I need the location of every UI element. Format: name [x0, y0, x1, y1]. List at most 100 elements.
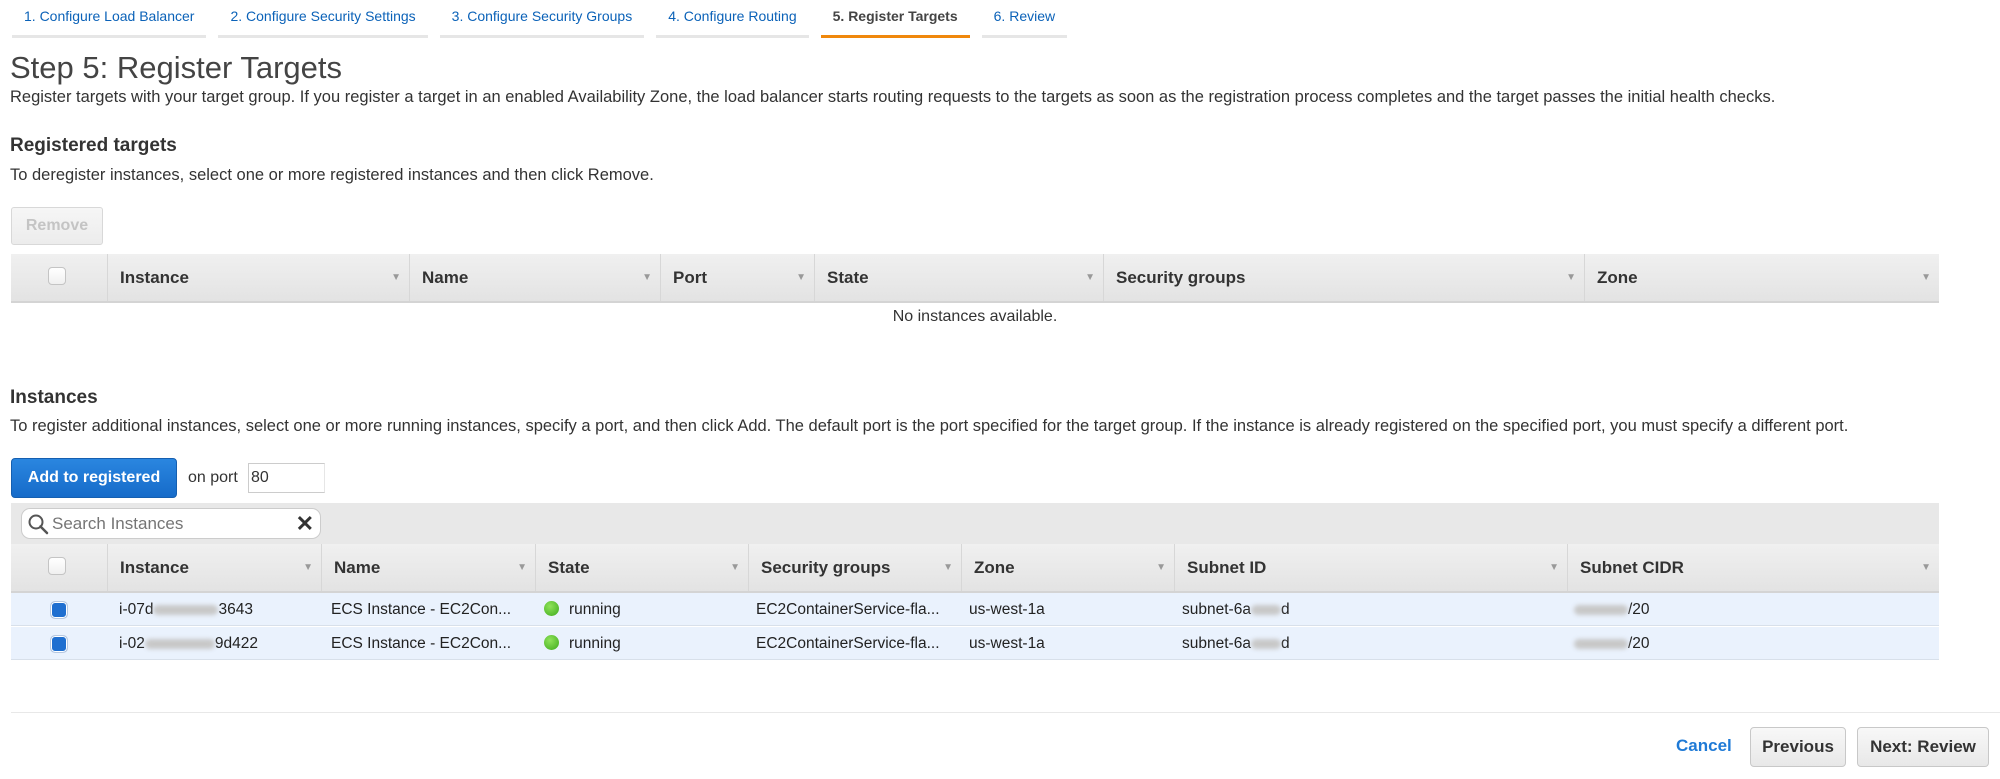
redacted-text	[153, 604, 219, 615]
instance-state-cell: running	[544, 593, 621, 626]
registered-targets-table-header: Instance ▼ Name ▼ Port ▼ State ▼ Security gr…	[11, 254, 1939, 303]
footer-divider	[11, 712, 2000, 713]
column-header-state[interactable]: State ▼	[814, 254, 1103, 301]
column-header-name[interactable]: Name ▼	[321, 544, 535, 591]
instance-id-suffix: 3643	[218, 601, 253, 618]
sort-icon: ▼	[517, 562, 527, 573]
state-text: running	[569, 635, 621, 652]
cidr-suffix: /20	[1628, 635, 1650, 652]
column-label: State	[827, 268, 869, 287]
clear-search-icon[interactable]: ✕	[296, 511, 314, 537]
sort-icon: ▼	[1549, 562, 1559, 573]
redacted-text	[1250, 604, 1281, 615]
row-checkbox[interactable]	[50, 635, 68, 653]
search-box[interactable]: ✕	[21, 508, 321, 539]
instance-id-cell: i-02 9d422	[119, 627, 258, 660]
search-toolbar: ✕	[11, 503, 1939, 544]
column-header-subnet-cidr[interactable]: Subnet CIDR ▼	[1567, 544, 1939, 591]
redacted-text	[144, 638, 215, 649]
redacted-text	[1574, 638, 1628, 649]
column-label: Name	[422, 268, 469, 287]
sort-icon: ▼	[796, 272, 806, 283]
tab-configure-load-balancer[interactable]: 1. Configure Load Balancer	[12, 0, 207, 38]
running-status-icon	[544, 601, 559, 616]
security-groups-cell: EC2ContainerService-fla...	[756, 601, 940, 618]
subnet-suffix: d	[1280, 601, 1290, 618]
subnet-id-cell: subnet-6a d	[1182, 627, 1290, 660]
subnet-cidr-cell: /20	[1574, 593, 1650, 626]
sort-icon: ▼	[1921, 562, 1931, 573]
column-label: Subnet ID	[1187, 558, 1267, 577]
column-header-instance[interactable]: Instance ▼	[107, 254, 409, 301]
tab-configure-routing[interactable]: 4. Configure Routing	[656, 0, 809, 38]
select-all-checkbox[interactable]	[48, 557, 66, 575]
cancel-button[interactable]: Cancel	[1676, 736, 1732, 756]
column-header-instance[interactable]: Instance ▼	[107, 544, 321, 591]
subnet-id-cell: subnet-6a d	[1182, 593, 1290, 626]
instance-id-prefix: i-07d	[119, 601, 154, 618]
registered-targets-description: To deregister instances, select one or m…	[10, 166, 654, 184]
sort-icon: ▼	[1085, 272, 1095, 283]
zone-cell: us-west-1a	[969, 635, 1045, 652]
select-all-column	[11, 544, 107, 591]
column-header-subnet-id[interactable]: Subnet ID ▼	[1174, 544, 1567, 591]
port-label: on port	[188, 469, 238, 486]
instance-id-cell: i-07d 3643	[119, 593, 253, 626]
column-header-name[interactable]: Name ▼	[409, 254, 660, 301]
column-label: Security groups	[761, 558, 891, 577]
column-label: State	[548, 558, 590, 577]
instance-row[interactable]: i-07d 3643 ECS Instance - EC2Con... runni…	[11, 593, 1939, 626]
instance-name-cell: ECS Instance - EC2Con...	[331, 635, 512, 652]
select-all-column	[11, 254, 107, 301]
column-header-state[interactable]: State ▼	[535, 544, 748, 591]
search-icon	[28, 514, 49, 535]
empty-table-message: No instances available.	[892, 308, 1058, 325]
redacted-text	[1250, 638, 1281, 649]
column-header-security-groups[interactable]: Security groups ▼	[1103, 254, 1584, 301]
tab-configure-security-settings[interactable]: 2. Configure Security Settings	[218, 0, 428, 38]
column-header-security-groups[interactable]: Security groups ▼	[748, 544, 961, 591]
redacted-text	[1574, 604, 1628, 615]
sort-icon: ▼	[1566, 272, 1576, 283]
sort-icon: ▼	[730, 562, 740, 573]
column-label: Instance	[120, 558, 189, 577]
next-review-button[interactable]: Next: Review	[1857, 727, 1989, 767]
search-instances-input[interactable]	[52, 512, 292, 536]
instance-id-prefix: i-02	[119, 635, 145, 652]
instance-row[interactable]: i-02 9d422 ECS Instance - EC2Con... runni…	[11, 627, 1939, 660]
column-label: Name	[334, 558, 381, 577]
zone-cell: us-west-1a	[969, 601, 1045, 618]
column-label: Zone	[1597, 268, 1638, 287]
column-header-zone[interactable]: Zone ▼	[1584, 254, 1939, 301]
previous-button[interactable]: Previous	[1750, 727, 1846, 767]
column-label: Zone	[974, 558, 1015, 577]
remove-button[interactable]: Remove	[11, 207, 103, 245]
column-label: Security groups	[1116, 268, 1246, 287]
instances-description: To register additional instances, select…	[10, 417, 1849, 435]
state-text: running	[569, 601, 621, 618]
sort-icon: ▼	[943, 562, 953, 573]
subnet-suffix: d	[1280, 635, 1290, 652]
subnet-prefix: subnet-6a	[1182, 601, 1251, 618]
column-header-port[interactable]: Port ▼	[660, 254, 814, 301]
sort-icon: ▼	[1921, 272, 1931, 283]
sort-icon: ▼	[303, 562, 313, 573]
sort-icon: ▼	[1156, 562, 1166, 573]
select-all-checkbox[interactable]	[48, 267, 66, 285]
running-status-icon	[544, 635, 559, 650]
add-to-registered-button[interactable]: Add to registered	[11, 458, 177, 498]
registered-targets-title: Registered targets	[10, 135, 177, 156]
page-description: Register targets with your target group.…	[10, 88, 1776, 106]
subnet-cidr-cell: /20	[1574, 627, 1650, 660]
column-label: Instance	[120, 268, 189, 287]
column-header-zone[interactable]: Zone ▼	[961, 544, 1174, 591]
page-title: Step 5: Register Targets	[10, 50, 342, 85]
row-checkbox[interactable]	[50, 601, 68, 619]
sort-icon: ▼	[642, 272, 652, 283]
tab-configure-security-groups[interactable]: 3. Configure Security Groups	[439, 0, 645, 38]
subnet-prefix: subnet-6a	[1182, 635, 1251, 652]
port-input[interactable]	[248, 463, 325, 493]
tab-review[interactable]: 6. Review	[981, 0, 1068, 38]
wizard-tabs: 1. Configure Load Balancer 2. Configure …	[12, 0, 1079, 38]
tab-register-targets[interactable]: 5. Register Targets	[820, 0, 970, 38]
